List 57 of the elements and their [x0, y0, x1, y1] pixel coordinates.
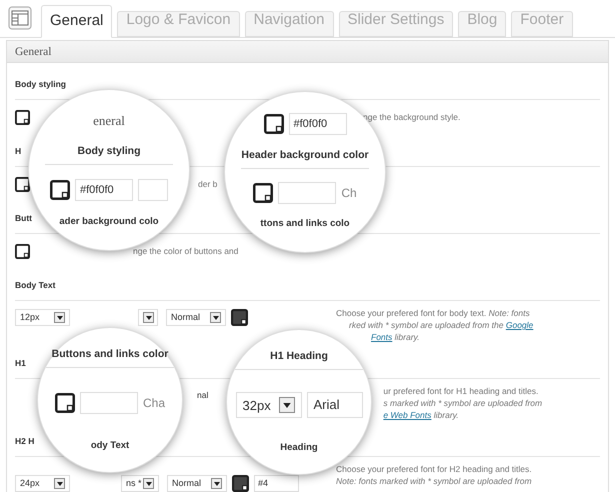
panel-title: eneral [93, 112, 125, 130]
field-label: Heading [280, 440, 318, 455]
color-picker-icon[interactable] [54, 393, 75, 414]
field-label: H1 Heading [235, 349, 363, 370]
dropdown-select[interactable] [138, 309, 158, 326]
text-input-field[interactable]: Arial [306, 392, 362, 418]
description-line: Choose your prefered font for body text. Note: fonts [336, 307, 530, 319]
dropdown-select[interactable]: 32px [236, 392, 302, 418]
color-picker-icon[interactable] [264, 114, 284, 134]
color-picker-icon[interactable] [253, 182, 274, 203]
field-label: Body Text [15, 280, 56, 290]
field-label: ader background colo [59, 214, 159, 229]
color-picker-icon[interactable] [231, 309, 248, 326]
text-input-field[interactable] [138, 178, 168, 201]
color-input-field[interactable]: #f0f0f0 [288, 113, 346, 135]
dropdown-value: nal [197, 389, 208, 402]
tab[interactable]: General [41, 5, 112, 38]
field-description: Cha [142, 395, 165, 412]
field-label: ody Text [90, 438, 130, 453]
field-label: Body styling [15, 79, 66, 89]
panel-header: General [7, 41, 608, 63]
link[interactable]: e Web Fonts [383, 410, 432, 420]
description-line: ur prefered font for H1 heading and titles. [383, 385, 538, 397]
description-line: e Web Fonts library. [383, 409, 459, 421]
field-label: Body styling [45, 144, 173, 166]
layout-icon [8, 6, 32, 30]
field-label: H1 [15, 358, 26, 368]
color-picker-icon[interactable] [15, 244, 30, 258]
field-label: Header background color [241, 148, 369, 169]
dropdown-select[interactable]: 12px [15, 309, 70, 326]
description-line: Fonts library. [371, 331, 420, 343]
description-line: Note: fonts marked with * symbol are uploaded from [336, 475, 532, 487]
field-label: H [15, 146, 22, 156]
color-picker-icon[interactable] [15, 176, 30, 192]
color-picker-icon[interactable] [232, 475, 249, 492]
description-line: s marked with * symbol are uploaded from [383, 397, 542, 409]
color-input-field[interactable] [80, 392, 138, 414]
link[interactable]: Google [506, 320, 534, 330]
field-description: der b [198, 178, 218, 190]
dropdown-select[interactable]: Normal [166, 309, 226, 326]
field-description: nge the color of buttons and [133, 244, 238, 258]
color-picker-icon[interactable] [50, 180, 70, 200]
dropdown-select[interactable]: ns * [121, 475, 159, 492]
dropdown-select[interactable]: Normal [167, 475, 227, 492]
dropdown-select[interactable]: 24px [15, 475, 70, 492]
field-label: Butt [15, 213, 32, 223]
field-label: ttons and links colo [260, 216, 350, 231]
field-description: Ch [341, 184, 357, 202]
color-input-field[interactable]: #4 [254, 475, 299, 492]
field-label: Buttons and links color [46, 347, 174, 368]
field-label: H2 H [15, 436, 34, 446]
color-picker-icon[interactable] [15, 110, 30, 124]
color-input-field[interactable]: #f0f0f0 [75, 178, 133, 201]
description-line: rked with * symbol are uploaded from the Google [349, 319, 534, 331]
color-input-field[interactable] [278, 182, 336, 204]
link[interactable]: Fonts [371, 332, 392, 342]
description-line: Choose your prefered font for H2 heading and titles. [336, 463, 532, 475]
